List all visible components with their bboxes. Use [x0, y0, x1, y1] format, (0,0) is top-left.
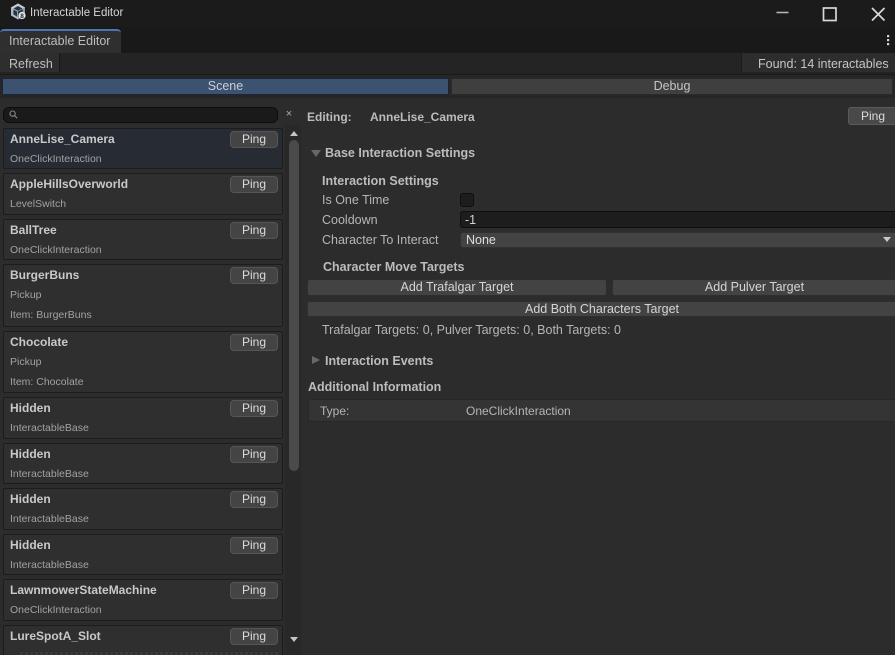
svg-text:8: 8 [20, 13, 24, 20]
